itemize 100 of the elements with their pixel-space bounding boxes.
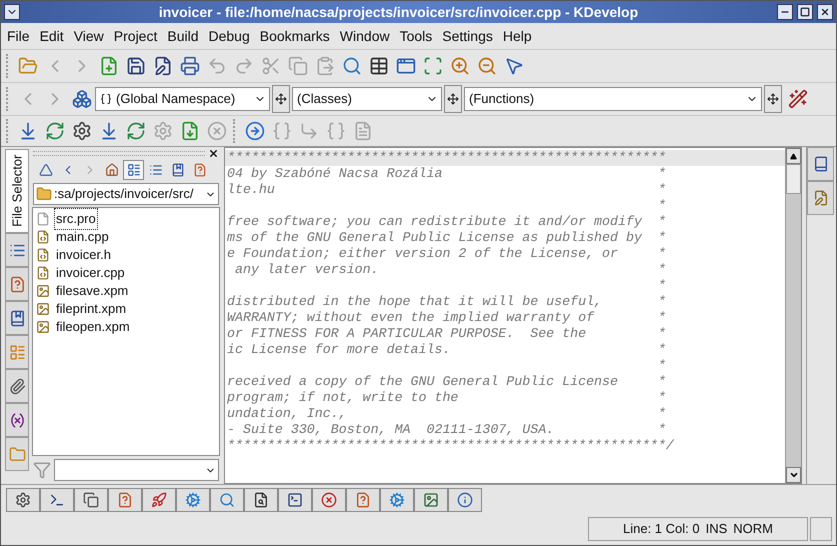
status-panel	[810, 517, 832, 541]
menu-item[interactable]: Window	[340, 26, 390, 46]
cut-icon	[260, 56, 280, 76]
move-icon	[767, 93, 779, 105]
move-icon	[275, 93, 287, 105]
stop-icon	[206, 121, 226, 141]
menu-item[interactable]: Project	[114, 26, 158, 46]
rocket-icon	[151, 492, 167, 508]
wand-icon	[788, 89, 808, 109]
copy-icon	[83, 492, 99, 508]
side-tab[interactable]	[5, 369, 29, 403]
toolbar-grip[interactable]	[6, 54, 11, 78]
menu-item[interactable]: Tools	[400, 26, 432, 46]
menu-item[interactable]: Settings	[442, 26, 493, 46]
side-tab[interactable]	[5, 301, 29, 335]
cog-icon	[185, 492, 201, 508]
new-file-icon	[98, 56, 118, 76]
splitter-handle[interactable]	[444, 85, 462, 113]
file-name[interactable]: src.pro	[54, 208, 98, 230]
combo-value: (Functions)	[468, 90, 536, 108]
arrow-circle-icon	[244, 121, 264, 141]
side-tab[interactable]	[807, 147, 834, 181]
toolbar-grip[interactable]	[233, 119, 238, 143]
menu-item[interactable]: Bookmarks	[260, 26, 330, 46]
picture-icon	[423, 492, 439, 508]
minimize-button[interactable]	[777, 4, 793, 20]
window-menu-button[interactable]	[4, 4, 20, 20]
combo-box[interactable]: (Classes)	[292, 87, 442, 111]
output-tab[interactable]	[448, 488, 482, 512]
output-tab[interactable]	[142, 488, 176, 512]
close-button[interactable]	[817, 4, 833, 20]
output-tab[interactable]	[6, 488, 40, 512]
toolbar-grip[interactable]	[6, 119, 11, 143]
splitter-handle[interactable]	[764, 85, 782, 113]
book-icon	[812, 156, 828, 172]
output-tab[interactable]	[312, 488, 346, 512]
source-file-icon	[36, 230, 50, 244]
filter-field[interactable]	[54, 459, 219, 481]
navigation-button[interactable]	[123, 160, 144, 180]
path-combo-box[interactable]: :sa/projects/invoicer/src/	[33, 183, 219, 205]
menu-item[interactable]: Build	[167, 26, 198, 46]
output-tab[interactable]	[74, 488, 108, 512]
side-tab[interactable]	[5, 403, 29, 437]
combo-box[interactable]: (Global Namespace)	[95, 87, 270, 111]
namespace-icon	[100, 93, 112, 105]
help-file-icon	[117, 492, 133, 508]
output-tab[interactable]	[278, 488, 312, 512]
print-icon	[180, 56, 200, 76]
combo-value: (Global Namespace)	[115, 90, 236, 108]
terminal-icon	[49, 492, 65, 508]
folder-icon	[36, 186, 52, 202]
filter-icon	[33, 461, 51, 479]
document-icon	[352, 121, 372, 141]
save-icon	[126, 56, 146, 76]
home-icon	[104, 163, 118, 177]
side-tab[interactable]	[5, 267, 29, 301]
splitter-handle[interactable]	[272, 85, 290, 113]
cog-icon	[389, 492, 405, 508]
zoom-in-icon	[450, 56, 470, 76]
scroll-up-icon	[790, 152, 797, 160]
gear-icon	[72, 121, 92, 141]
menu-item[interactable]: Help	[502, 26, 532, 46]
tree-list-icon	[8, 344, 26, 360]
side-tab[interactable]	[5, 233, 29, 267]
panel-grip[interactable]	[33, 150, 205, 156]
menu-item[interactable]: Edit	[40, 26, 64, 46]
file-search-icon	[253, 492, 269, 508]
image-file-icon	[36, 302, 50, 316]
file-pen-icon	[812, 190, 828, 206]
folder-open-icon	[18, 56, 38, 76]
toolbar-grip[interactable]	[6, 87, 11, 111]
output-tab[interactable]	[40, 488, 74, 512]
edit-mode: NORM	[733, 520, 773, 538]
menu-item[interactable]: Debug	[208, 26, 250, 46]
frame-icon	[422, 56, 442, 76]
output-tab[interactable]	[414, 488, 448, 512]
bookmark-icon	[170, 163, 184, 177]
menu-item[interactable]: View	[74, 26, 104, 46]
image-file-icon	[36, 320, 50, 334]
combo-value: (Classes)	[296, 90, 353, 108]
gear-icon	[152, 121, 172, 141]
maximize-icon	[800, 7, 810, 17]
book-icon	[8, 310, 26, 326]
vertical-scrollbar[interactable]	[785, 148, 801, 483]
close-icon	[820, 7, 830, 17]
scrollbar-thumb[interactable]	[786, 164, 801, 194]
combo-box[interactable]: (Functions)	[464, 87, 762, 111]
side-tab[interactable]: File Selector	[5, 149, 29, 233]
info-icon	[457, 492, 473, 508]
source-file-icon	[36, 266, 50, 280]
folder-icon	[8, 446, 26, 462]
side-tab[interactable]	[807, 181, 834, 215]
table-icon	[368, 56, 388, 76]
scroll-down-icon	[788, 470, 798, 480]
image-file-icon	[36, 284, 50, 298]
source-file-icon	[36, 248, 50, 262]
close-icon[interactable]	[208, 148, 219, 158]
output-tab[interactable]	[244, 488, 278, 512]
menu-item[interactable]: File	[7, 26, 30, 46]
maximize-button[interactable]	[797, 4, 813, 20]
